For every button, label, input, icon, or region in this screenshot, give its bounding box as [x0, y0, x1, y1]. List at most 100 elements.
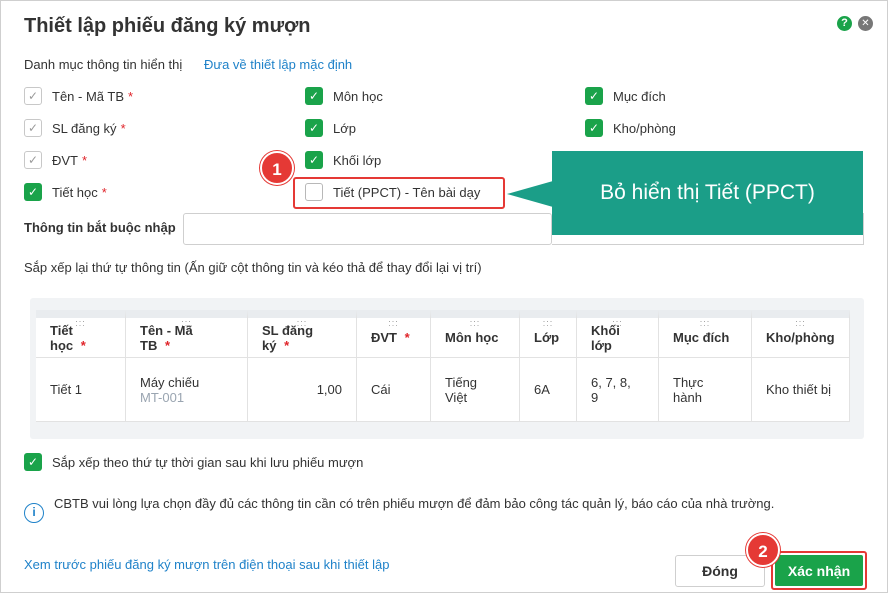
column-header-dvt[interactable]: ::: ĐVT * [357, 310, 431, 358]
column-header-ten-ma-tb[interactable]: ::: Tên - Mã TB * [126, 310, 248, 358]
required-info-label: Thông tin bắt buộc nhập [24, 220, 176, 235]
field-label: Môn học [333, 88, 383, 104]
drag-handle-icon[interactable]: ::: [659, 319, 751, 328]
drag-handle-icon[interactable]: ::: [357, 319, 430, 328]
preview-table: ::: Tiết học * ::: Tên - Mã TB * ::: SL … [36, 310, 850, 422]
column-header-muc-dich[interactable]: ::: Mục đích [659, 310, 752, 358]
settings-dialog: Thiết lập phiếu đăng ký mượn ? ✕ Danh mụ… [0, 0, 888, 593]
header-text: Lớp [534, 330, 560, 345]
dialog-title: Thiết lập phiếu đăng ký mượn [24, 15, 311, 37]
reset-default-link[interactable]: Đưa về thiết lập mặc định [204, 57, 352, 72]
field-muc-dich[interactable]: ✓ Mục đích [585, 87, 666, 105]
drag-handle-icon[interactable]: ::: [752, 319, 849, 328]
column-order-preview: ::: Tiết học * ::: Tên - Mã TB * ::: SL … [30, 298, 864, 439]
sort-hint: Sắp xếp lại thứ tự thông tin (Ấn giữ cột… [24, 260, 482, 275]
column-header-tiet-hoc[interactable]: ::: Tiết học * [36, 310, 126, 358]
cell-unit: Cái [357, 358, 431, 422]
required-mark: * [284, 337, 290, 353]
column-header-kho-phong[interactable]: ::: Kho/phòng [752, 310, 850, 358]
confirm-button[interactable]: Xác nhận [775, 555, 863, 586]
drag-handle-icon[interactable]: ::: [248, 319, 356, 328]
required-mark: * [101, 184, 107, 200]
field-lop[interactable]: ✓ Lớp [305, 119, 356, 137]
cell-purpose: Thực hành [659, 358, 752, 422]
field-label: Kho/phòng [613, 120, 676, 136]
drag-handle-icon[interactable]: ::: [36, 319, 125, 328]
device-name: Máy chiếu [140, 374, 200, 390]
cell-quantity: 1,00 [248, 358, 357, 422]
checkbox-checked-icon[interactable]: ✓ [585, 119, 603, 137]
drag-handle-icon[interactable]: ::: [126, 319, 247, 328]
checkbox-checked-icon[interactable]: ✓ [24, 453, 42, 471]
required-mark: * [82, 152, 88, 168]
device-code: MT-001 [140, 389, 185, 405]
cell-text: Thực [673, 374, 704, 390]
column-header-khoi-lop[interactable]: ::: Khối lớp [577, 310, 659, 358]
checkbox-disabled-icon: ✓ [24, 119, 42, 137]
required-mark: * [128, 88, 134, 104]
field-label: ĐVT [52, 152, 78, 168]
checkbox-checked-icon[interactable]: ✓ [305, 87, 323, 105]
field-khoi-lop[interactable]: ✓ Khối lớp [305, 151, 381, 169]
annotation-badge-1: 1 [260, 151, 294, 185]
required-mark: * [120, 120, 126, 136]
field-kho-phong[interactable]: ✓ Kho/phòng [585, 119, 676, 137]
header-text: TB [140, 337, 158, 353]
checkbox-disabled-icon: ✓ [24, 151, 42, 169]
header-text: lớp [591, 337, 612, 353]
checkbox-disabled-icon: ✓ [24, 87, 42, 105]
header-text: học [50, 337, 74, 353]
field-ten-ma-tb: ✓ Tên - Mã TB * [24, 87, 133, 105]
field-label: Mục đích [613, 88, 666, 104]
field-label: SL đăng ký [52, 120, 117, 136]
header-text: Mục đích [673, 330, 730, 345]
required-info-input[interactable] [183, 213, 552, 245]
display-info-heading: Danh mục thông tin hiển thị [24, 57, 183, 72]
required-mark: * [164, 337, 171, 353]
sort-option-label: Sắp xếp theo thứ tự thời gian sau khi lư… [52, 454, 364, 470]
header-text: ký [262, 337, 277, 353]
cell-text: Việt [445, 389, 468, 405]
annotation-badge-2: 2 [746, 533, 780, 567]
checkbox-checked-icon[interactable]: ✓ [585, 87, 603, 105]
cell-grade: 6, 7, 8, 9 [577, 358, 659, 422]
field-tiet-hoc[interactable]: ✓ Tiết học * [24, 183, 107, 201]
field-sl-dang-ky: ✓ SL đăng ký * [24, 119, 126, 137]
required-mark: * [404, 330, 410, 345]
preview-mobile-link[interactable]: Xem trước phiếu đăng ký mượn trên điện t… [24, 557, 389, 572]
cell-text: hành [673, 389, 702, 405]
drag-handle-icon[interactable]: ::: [520, 319, 576, 328]
cell-device: Máy chiếu MT-001 [126, 358, 248, 422]
checkbox-checked-icon[interactable]: ✓ [24, 183, 42, 201]
field-label: Tiết học [52, 184, 98, 200]
field-dvt: ✓ ĐVT * [24, 151, 87, 169]
checkbox-checked-icon[interactable]: ✓ [305, 119, 323, 137]
input-border [863, 213, 864, 245]
checkbox-checked-icon[interactable]: ✓ [305, 151, 323, 169]
cell-room: Kho thiết bị [752, 358, 850, 422]
header-text: Kho/phòng [766, 330, 835, 345]
column-header-mon-hoc[interactable]: ::: Môn học [431, 310, 520, 358]
column-header-lop[interactable]: ::: Lớp [520, 310, 577, 358]
cell-text: 9 [591, 389, 599, 405]
cell-tiet-hoc: Tiết 1 [36, 358, 126, 422]
sort-by-time-option[interactable]: ✓ Sắp xếp theo thứ tự thời gian sau khi … [24, 453, 363, 471]
cell-text: Tiếng [445, 374, 478, 390]
drag-handle-icon[interactable]: ::: [577, 319, 658, 328]
info-icon: i [24, 503, 44, 523]
highlight-frame [293, 177, 505, 209]
required-mark: * [80, 337, 86, 353]
column-header-sl-dang-ky[interactable]: ::: SL đăng ký * [248, 310, 357, 358]
field-mon-hoc[interactable]: ✓ Môn học [305, 87, 383, 105]
cell-text: 6, 7, 8, [591, 374, 631, 390]
field-label: Lớp [333, 120, 356, 136]
close-icon[interactable]: ✕ [858, 16, 873, 31]
field-label: Khối lớp [333, 152, 382, 168]
drag-handle-icon[interactable]: ::: [431, 319, 519, 328]
callout-arrow [507, 181, 553, 207]
header-text: Môn học [445, 330, 499, 345]
input-border [552, 244, 864, 245]
info-message: CBTB vui lòng lựa chọn đầy đủ các thông … [54, 496, 775, 511]
help-icon[interactable]: ? [837, 16, 852, 31]
annotation-callout: Bỏ hiển thị Tiết (PPCT) [552, 151, 863, 235]
